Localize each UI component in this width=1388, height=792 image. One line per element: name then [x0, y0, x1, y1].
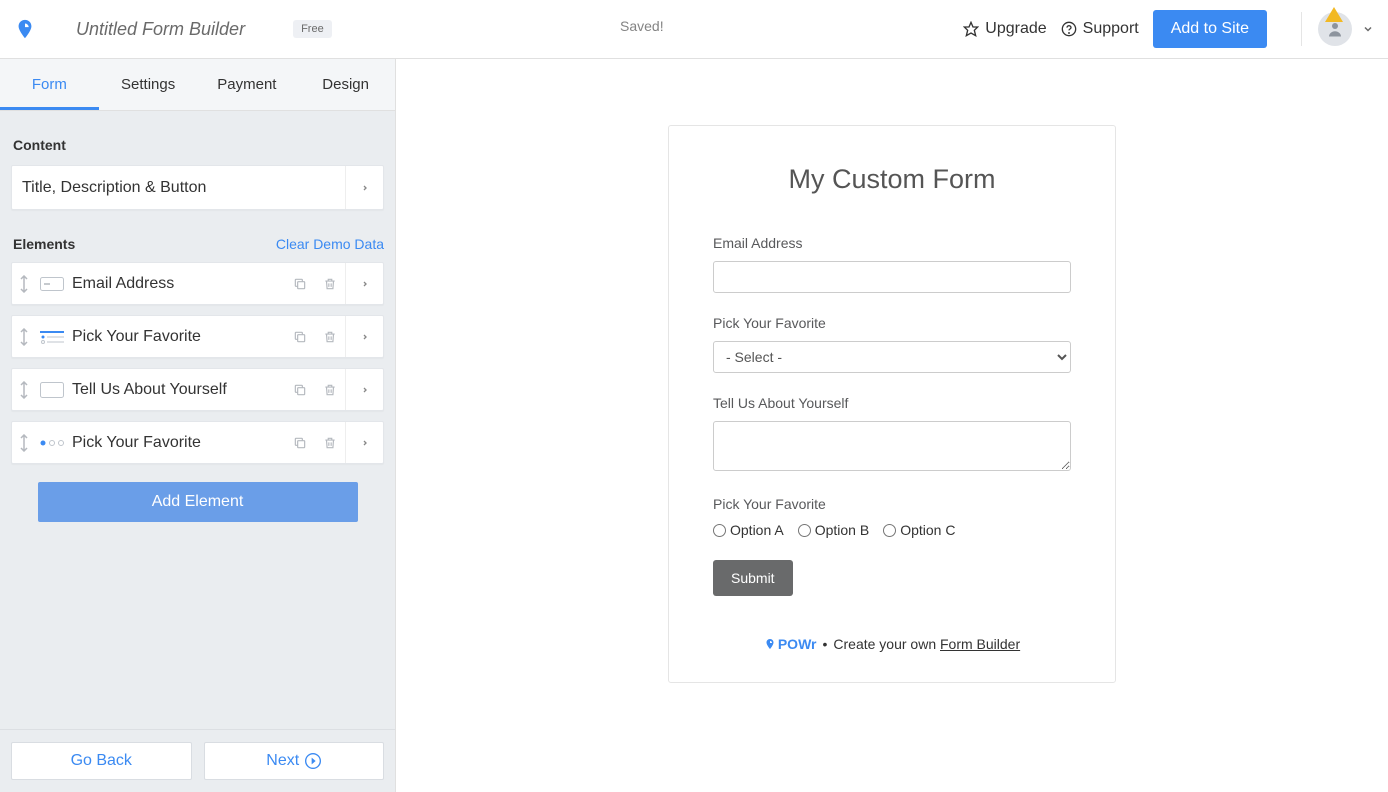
app-header: Untitled Form Builder Free Saved! Upgrad… [0, 0, 1388, 59]
about-textarea[interactable] [713, 421, 1071, 471]
element-card[interactable]: Pick Your Favorite [11, 315, 384, 358]
element-card[interactable]: Email Address [11, 262, 384, 305]
form-title: My Custom Form [713, 164, 1071, 195]
warning-icon [1325, 7, 1343, 22]
duplicate-icon[interactable] [285, 436, 315, 450]
text-input-icon [38, 274, 66, 294]
sidebar-tabs: Form Settings Payment Design [0, 59, 395, 111]
element-card[interactable]: Tell Us About Yourself [11, 368, 384, 411]
drag-handle-icon[interactable] [12, 275, 36, 293]
duplicate-icon[interactable] [285, 383, 315, 397]
support-link[interactable]: Support [1061, 20, 1139, 38]
email-input[interactable] [713, 261, 1071, 293]
elements-section-title: Elements [13, 236, 75, 252]
tab-payment[interactable]: Payment [198, 59, 297, 110]
form-card: My Custom Form Email Address Pick Your F… [668, 125, 1116, 683]
chevron-right-icon[interactable] [345, 263, 383, 304]
app-title: Untitled Form Builder [76, 19, 245, 40]
user-avatar [1318, 12, 1352, 46]
title-card-label: Title, Description & Button [12, 179, 345, 197]
chevron-right-icon[interactable] [345, 316, 383, 357]
plan-badge: Free [293, 20, 332, 38]
sidebar-footer: Go Back Next [0, 729, 395, 792]
clear-demo-link[interactable]: Clear Demo Data [276, 236, 384, 252]
powr-logo[interactable]: POWr [764, 636, 817, 652]
radio-input[interactable] [883, 524, 896, 537]
chevron-right-icon[interactable] [345, 422, 383, 463]
go-back-label: Go Back [71, 752, 132, 770]
radio-option[interactable]: Option C [883, 522, 955, 538]
editor-sidebar: Form Settings Payment Design Content Tit… [0, 59, 396, 792]
duplicate-icon[interactable] [285, 330, 315, 344]
title-description-card[interactable]: Title, Description & Button [11, 165, 384, 210]
radio-label: Option C [900, 522, 955, 538]
content-section-title: Content [13, 137, 384, 153]
brand-dot: • [822, 636, 827, 652]
add-to-site-button[interactable]: Add to Site [1153, 10, 1267, 48]
account-menu[interactable] [1301, 12, 1374, 46]
help-icon [1061, 21, 1077, 37]
support-label: Support [1083, 20, 1139, 38]
delete-icon[interactable] [315, 436, 345, 450]
element-card[interactable]: Pick Your Favorite [11, 421, 384, 464]
powr-name: POWr [778, 636, 817, 652]
save-status: Saved! [620, 18, 664, 34]
duplicate-icon[interactable] [285, 277, 315, 291]
element-label: Pick Your Favorite [72, 328, 285, 346]
tab-design[interactable]: Design [296, 59, 395, 110]
delete-icon[interactable] [315, 383, 345, 397]
upgrade-link[interactable]: Upgrade [963, 20, 1046, 38]
tab-form[interactable]: Form [0, 59, 99, 110]
next-button[interactable]: Next [204, 742, 385, 780]
radio-label: Option B [815, 522, 869, 538]
radio-icon [38, 433, 66, 453]
element-label: Pick Your Favorite [72, 434, 285, 452]
drag-handle-icon[interactable] [12, 434, 36, 452]
email-label: Email Address [713, 235, 1071, 251]
next-label: Next [266, 752, 299, 770]
delete-icon[interactable] [315, 330, 345, 344]
textarea-icon [38, 380, 66, 400]
select-icon [38, 327, 66, 347]
form-preview: My Custom Form Email Address Pick Your F… [396, 59, 1388, 792]
arrow-right-icon [305, 753, 321, 769]
favorite-select[interactable]: - Select - [713, 341, 1071, 373]
branding-footer: POWr • Create your own Form Builder [713, 636, 1071, 652]
user-icon [1326, 20, 1344, 38]
submit-button[interactable]: Submit [713, 560, 793, 596]
radio-input[interactable] [713, 524, 726, 537]
drag-handle-icon[interactable] [12, 381, 36, 399]
tab-settings[interactable]: Settings [99, 59, 198, 110]
radio-option[interactable]: Option B [798, 522, 869, 538]
radio-input[interactable] [798, 524, 811, 537]
chevron-right-icon[interactable] [345, 166, 383, 209]
radio-option[interactable]: Option A [713, 522, 784, 538]
add-element-button[interactable]: Add Element [38, 482, 358, 522]
bolt-icon [764, 637, 776, 651]
brand-link[interactable]: Form Builder [940, 636, 1020, 652]
about-label: Tell Us About Yourself [713, 395, 1071, 411]
go-back-button[interactable]: Go Back [11, 742, 192, 780]
upgrade-label: Upgrade [985, 20, 1046, 38]
favorite-label: Pick Your Favorite [713, 315, 1071, 331]
favorite2-label: Pick Your Favorite [713, 496, 1071, 512]
brand-text: Create your own [833, 636, 940, 652]
radio-label: Option A [730, 522, 784, 538]
element-label: Tell Us About Yourself [72, 381, 285, 399]
brand-logo[interactable] [14, 15, 36, 43]
chevron-right-icon[interactable] [345, 369, 383, 410]
delete-icon[interactable] [315, 277, 345, 291]
element-label: Email Address [72, 275, 285, 293]
chevron-down-icon [1362, 23, 1374, 35]
drag-handle-icon[interactable] [12, 328, 36, 346]
star-icon [963, 21, 979, 37]
